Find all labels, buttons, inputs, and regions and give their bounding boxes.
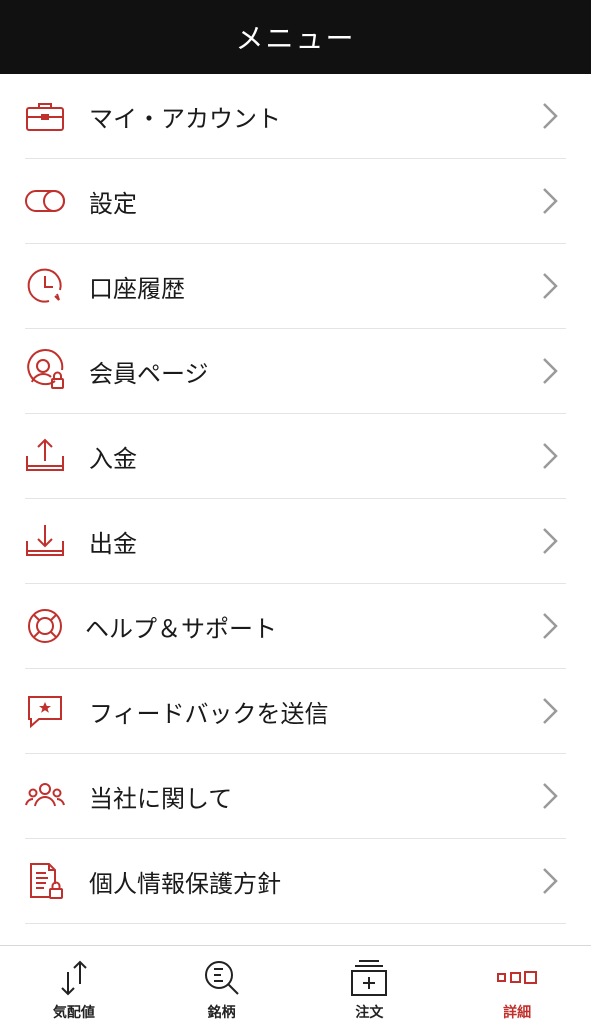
clock-history-icon: [25, 266, 65, 306]
chevron-right-icon: [540, 526, 560, 556]
tab-label: 注文: [355, 1005, 384, 1021]
order-plus-icon: [349, 958, 389, 998]
upload-tray-icon: [25, 436, 65, 476]
menu-list: マイ・アカウント 設定 口座履歴 会員ページ 入金 出金 ヘルプ＆サポート フィ…: [0, 74, 591, 924]
search-list-icon: [202, 958, 242, 998]
document-lock-icon: [25, 861, 65, 901]
menu-item-label: 設定: [89, 189, 137, 218]
tab-quotes[interactable]: 気配値: [0, 946, 148, 1024]
menu-item-label: 出金: [89, 529, 137, 558]
menu-item-deposit[interactable]: 入金: [25, 414, 566, 499]
menu-item-label: 当社に関して: [89, 784, 233, 813]
menu-item-label: 口座履歴: [89, 274, 185, 303]
tab-orders[interactable]: 注文: [296, 946, 444, 1024]
header-bar: メニュー: [0, 0, 591, 74]
menu-item-privacy-policy[interactable]: 個人情報保護方針: [25, 839, 566, 924]
menu-item-label: 会員ページ: [89, 359, 209, 388]
chevron-right-icon: [540, 781, 560, 811]
more-squares-icon: [497, 958, 538, 998]
tab-symbols[interactable]: 銘柄: [148, 946, 296, 1024]
chevron-right-icon: [540, 866, 560, 896]
tab-label: 気配値: [52, 1005, 95, 1021]
menu-item-label: ヘルプ＆サポート: [85, 614, 277, 643]
page-title: メニュー: [235, 22, 356, 55]
chat-star-icon: [25, 691, 65, 731]
chevron-right-icon: [540, 186, 560, 216]
user-lock-icon: [25, 349, 65, 391]
chevron-right-icon: [540, 271, 560, 301]
chevron-right-icon: [540, 441, 560, 471]
menu-item-label: フィードバックを送信: [89, 699, 329, 728]
download-tray-icon: [25, 521, 65, 561]
menu-item-send-feedback[interactable]: フィードバックを送信: [25, 669, 566, 754]
bottom-tab-bar: 気配値 銘柄 注文 詳細: [0, 945, 591, 1024]
menu-screen: メニュー マイ・アカウント 設定 口座履歴 会員ページ 入金 出金 ヘルプ＆サポ…: [0, 0, 591, 1024]
menu-item-settings[interactable]: 設定: [25, 159, 566, 244]
menu-item-about-us[interactable]: 当社に関して: [25, 754, 566, 839]
tab-label: 銘柄: [207, 1005, 236, 1021]
people-icon: [25, 776, 65, 816]
menu-item-help-support[interactable]: ヘルプ＆サポート: [25, 584, 566, 669]
menu-item-label: 個人情報保護方針: [89, 869, 281, 898]
chevron-right-icon: [540, 101, 560, 131]
tab-more[interactable]: 詳細: [443, 946, 591, 1024]
arrows-updown-icon: [54, 958, 94, 998]
menu-item-account-history[interactable]: 口座履歴: [25, 244, 566, 329]
lifebuoy-icon: [25, 606, 65, 646]
menu-item-withdrawal[interactable]: 出金: [25, 499, 566, 584]
chevron-right-icon: [540, 356, 560, 386]
menu-item-label: 入金: [89, 444, 137, 473]
toggle-icon: [25, 181, 65, 221]
tab-label: 詳細: [503, 1005, 532, 1021]
chevron-right-icon: [540, 696, 560, 726]
chevron-right-icon: [540, 611, 560, 641]
menu-item-label: マイ・アカウント: [89, 104, 281, 133]
menu-item-member-page[interactable]: 会員ページ: [25, 329, 566, 414]
menu-item-my-account[interactable]: マイ・アカウント: [25, 74, 566, 159]
briefcase-icon: [25, 96, 65, 136]
